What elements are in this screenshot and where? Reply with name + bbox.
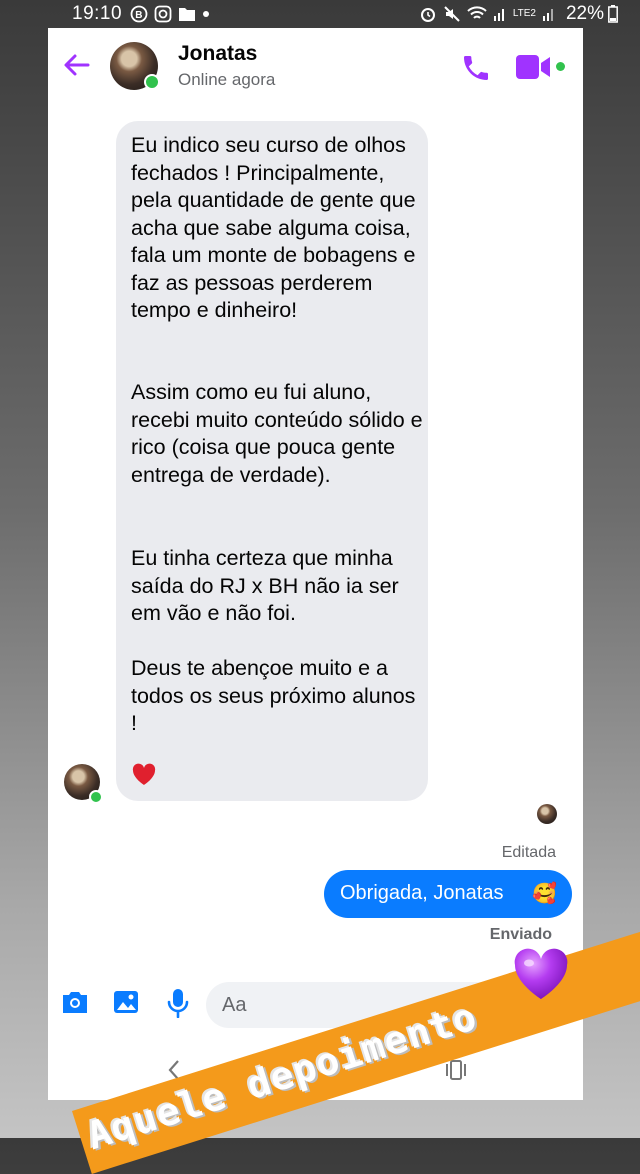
battery-percent: 22%	[565, 3, 604, 24]
sent-label: Enviado	[489, 926, 552, 943]
back-arrow-icon[interactable]	[62, 50, 92, 80]
status-bar: 19:10 B LTE2 22%	[0, 0, 640, 28]
mute-icon	[444, 6, 460, 22]
microphone-icon[interactable]	[166, 988, 190, 1018]
incoming-message-bubble[interactable]: Eu indico seu curso de olhos fechados ! …	[116, 121, 428, 801]
battery-icon	[608, 5, 618, 23]
purple-heart-icon	[514, 948, 568, 999]
folder-icon	[179, 8, 195, 21]
online-indicator	[144, 74, 160, 90]
message-paragraph-4: Deus te abençoe muito e a todos os seus …	[131, 656, 416, 735]
gallery-icon[interactable]	[112, 988, 140, 1016]
message-paragraph-3: Eu tinha certeza que minha saída do RJ x…	[131, 546, 399, 625]
contact-status: Online agora	[178, 70, 276, 89]
messenger-screen: Jonatas Online agora Eu indico seu curso…	[48, 28, 583, 1100]
system-icons: LTE2	[419, 5, 556, 23]
chat-header: Jonatas Online agora	[48, 28, 583, 108]
video-camera-icon[interactable]	[516, 53, 552, 81]
sender-online-indicator	[89, 790, 103, 804]
alarm-icon	[420, 8, 435, 22]
network-label: LTE2	[512, 8, 536, 19]
heart-icon[interactable]	[131, 763, 157, 787]
outgoing-text: Obrigada, Jonatas	[340, 882, 504, 904]
b-badge-icon: B	[130, 5, 148, 23]
outgoing-message-bubble[interactable]: Obrigada, Jonatas 🥰	[324, 870, 572, 918]
svg-text:B: B	[135, 10, 142, 21]
smiling-hearts-emoji: 🥰	[532, 883, 557, 905]
notification-icons: B	[130, 5, 210, 23]
message-paragraph-1: Eu indico seu curso de olhos fechados ! …	[131, 133, 416, 322]
nav-recents-icon[interactable]	[446, 1058, 466, 1082]
wifi-icon	[467, 6, 487, 19]
video-online-indicator	[556, 62, 565, 71]
battery: 22%	[566, 3, 618, 25]
signal-weak-icon	[543, 9, 553, 21]
contact-name[interactable]: Jonatas	[178, 42, 257, 66]
message-placeholder: Aa	[222, 994, 247, 1016]
message-paragraph-2: Assim como eu fui aluno, recebi muito co…	[131, 380, 423, 487]
instagram-icon	[154, 5, 172, 23]
clock: 19:10	[72, 3, 123, 24]
signal-icon	[493, 9, 504, 21]
more-dot-icon	[203, 11, 209, 17]
read-receipt-avatar	[537, 804, 557, 824]
camera-icon[interactable]	[60, 988, 90, 1016]
phone-icon[interactable]	[460, 52, 492, 84]
edited-label: Editada	[501, 844, 556, 861]
